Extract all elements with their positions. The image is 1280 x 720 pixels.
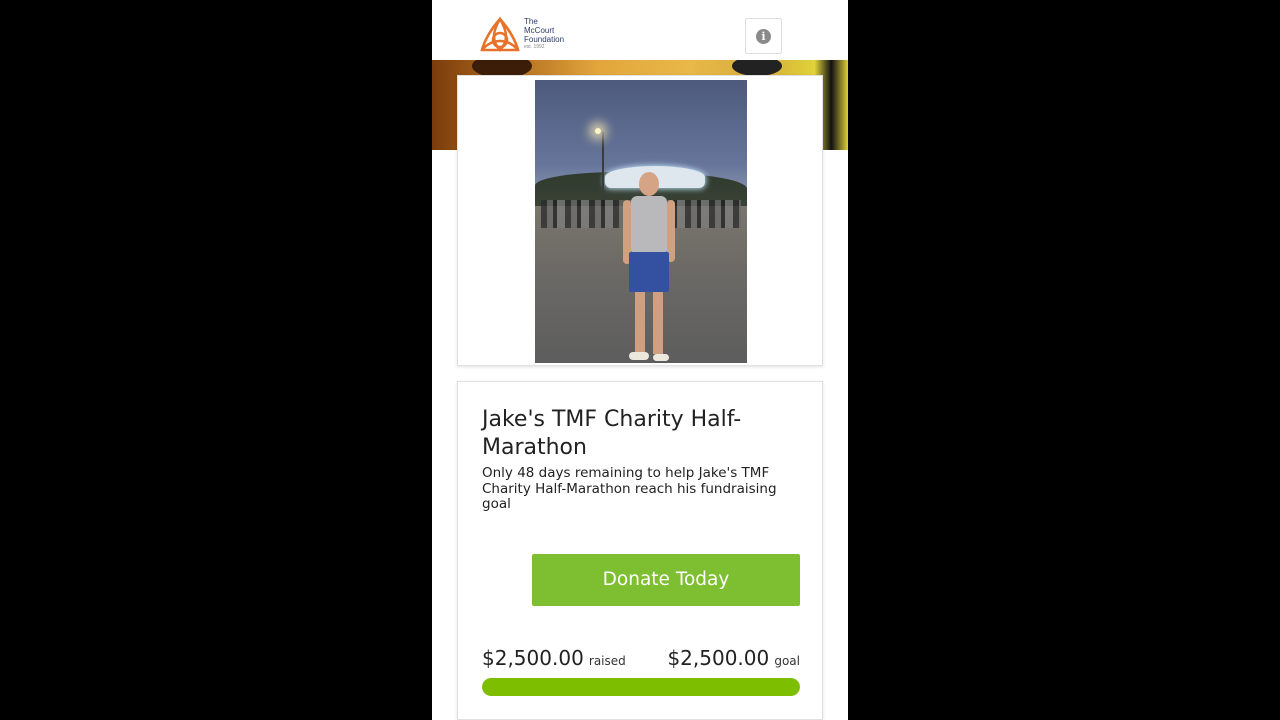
logo-line-1: The [524,17,538,26]
foundation-logo[interactable]: The McCourt Foundation est. 1992 [478,16,578,54]
info-icon: i [756,28,771,44]
goal-label: goal [774,654,800,668]
campaign-title: Jake's TMF Charity Half-Marathon [482,407,742,460]
logo-line-2: McCourt [524,26,555,35]
fundraising-amounts: $2,500.00 raised $2,500.00 goal [482,646,800,674]
logo-wordmark: The McCourt Foundation est. 1992 [524,17,564,50]
fundraising-progress-bar [482,678,800,696]
site-header: The McCourt Foundation est. 1992 i [432,0,848,60]
logo-established: est. 1992 [524,44,545,50]
campaign-photo [535,80,747,363]
goal-value: $2,500.00 [667,646,770,670]
progress-fill [482,678,800,696]
info-button[interactable]: i [745,18,782,54]
campaign-subtitle: Only 48 days remaining to help Jake's TM… [482,465,777,512]
trinity-knot-icon [480,16,520,52]
photo-card [457,75,823,366]
raised-label: raised [588,654,626,668]
mobile-page: The McCourt Foundation est. 1992 i Jake'… [432,0,848,720]
campaign-info-card: Jake's TMF Charity Half-Marathon Only 48… [457,381,823,720]
raised-value: $2,500.00 [482,646,584,670]
goal-amount: $2,500.00 goal [667,646,800,670]
donate-button[interactable]: Donate Today [532,554,800,606]
logo-line-3: Foundation [524,35,565,44]
raised-amount: $2,500.00 raised [482,646,626,670]
